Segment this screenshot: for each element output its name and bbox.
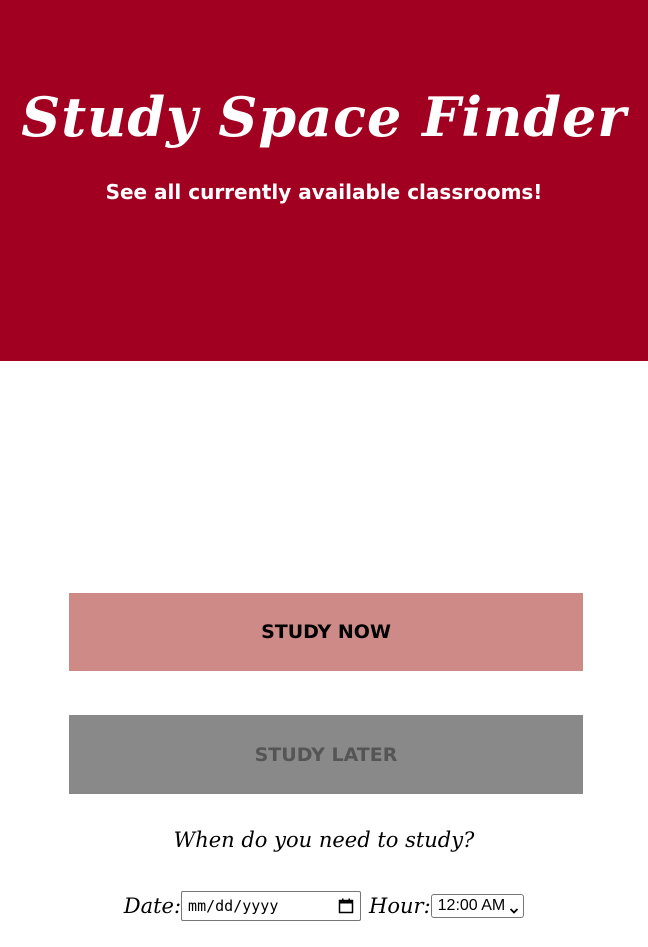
- study-later-label: STUDY LATER: [254, 743, 398, 766]
- chevron-down-icon: [509, 901, 519, 914]
- hour-select-value: 12:00 AM: [437, 897, 506, 914]
- schedule-picker-row: Date: mm/dd/yyyy Hour: 12:00 AM: [0, 891, 648, 921]
- page-subtitle: See all currently available classrooms!: [105, 180, 543, 204]
- page-title: Study Space Finder: [21, 85, 627, 149]
- date-input-placeholder: mm/dd/yyyy: [188, 897, 279, 915]
- study-now-label: STUDY NOW: [261, 621, 391, 643]
- calendar-icon[interactable]: [338, 898, 354, 914]
- study-now-button[interactable]: STUDY NOW: [69, 593, 583, 671]
- schedule-prompt: When do you need to study?: [173, 828, 475, 852]
- date-input[interactable]: mm/dd/yyyy: [181, 891, 362, 921]
- study-later-button[interactable]: STUDY LATER: [69, 715, 583, 794]
- date-label: Date:: [123, 894, 182, 918]
- header-banner: Study Space Finder See all currently ava…: [0, 0, 648, 361]
- hour-select[interactable]: 12:00 AM: [430, 894, 525, 918]
- hour-label: Hour:: [369, 894, 431, 918]
